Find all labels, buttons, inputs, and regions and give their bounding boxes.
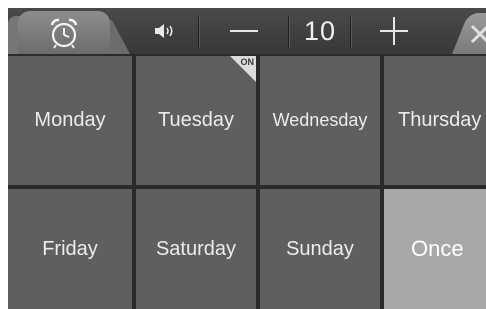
divider bbox=[198, 16, 199, 48]
tab-alarm[interactable] bbox=[18, 11, 110, 54]
divider bbox=[288, 16, 289, 48]
minus-icon bbox=[230, 30, 258, 32]
speaker-volume-icon bbox=[136, 8, 194, 54]
day-label: Sunday bbox=[286, 237, 354, 260]
day-friday[interactable]: Friday bbox=[8, 189, 132, 309]
volume-value-text: 10 bbox=[303, 15, 337, 46]
day-label: Friday bbox=[42, 237, 98, 260]
day-thursday[interactable]: Thursday bbox=[384, 56, 486, 185]
volume-down-button[interactable] bbox=[200, 8, 288, 54]
alarm-clock-icon bbox=[46, 16, 82, 50]
day-label: Thursday bbox=[398, 109, 482, 131]
on-badge-text: ON bbox=[240, 57, 255, 67]
toolbar: 10 bbox=[8, 8, 486, 54]
day-label: Saturday bbox=[155, 237, 237, 260]
day-label: Wednesday bbox=[272, 110, 368, 130]
day-label: Tuesday bbox=[158, 109, 234, 131]
day-saturday[interactable]: Saturday bbox=[136, 189, 256, 309]
day-label: Once bbox=[411, 236, 464, 261]
plus-icon bbox=[380, 17, 408, 45]
day-wednesday[interactable]: Wednesday bbox=[260, 56, 380, 185]
day-tuesday[interactable]: Tuesday ON bbox=[136, 56, 256, 185]
day-monday[interactable]: Monday bbox=[8, 56, 132, 185]
day-once[interactable]: Once bbox=[384, 189, 486, 309]
volume-up-button[interactable] bbox=[352, 8, 436, 54]
volume-value: 10 bbox=[290, 8, 350, 54]
close-icon[interactable] bbox=[466, 16, 486, 50]
divider bbox=[350, 16, 351, 48]
day-label: Monday bbox=[34, 109, 106, 131]
day-sunday[interactable]: Sunday bbox=[260, 189, 380, 309]
alarm-settings-panel: 10 Monday Tuesday ON Wednesday Thursday … bbox=[8, 8, 486, 309]
